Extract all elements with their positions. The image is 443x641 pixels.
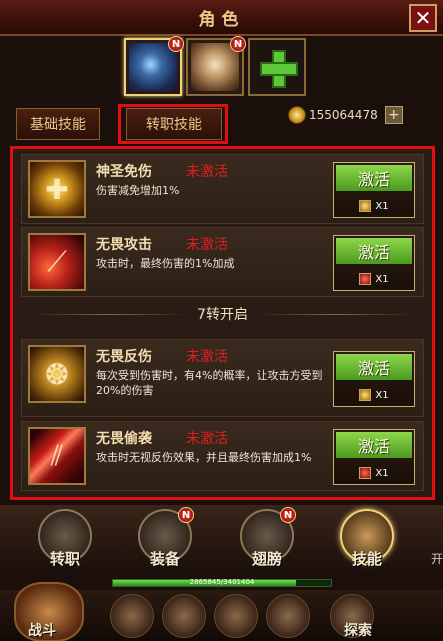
activate-cost: X1 [334, 389, 414, 401]
battle-label: 战斗 [28, 623, 56, 639]
activate-button[interactable]: 激活 X1 [333, 235, 415, 291]
new-badge: N [280, 507, 296, 523]
skill-row: ⫽ 无畏偷袭 未激活 攻击时无视反伤效果，并且最终伤害加成1% 激活 X1 [21, 421, 424, 491]
menu-icon-3[interactable] [214, 594, 258, 638]
skill-row: ❂ 无畏反伤 未激活 每次受到伤害时，有4%的概率，让攻击方受到20%的伤害 激… [21, 339, 424, 417]
new-badge: N [230, 36, 246, 52]
skill-name: 神圣免伤 [96, 164, 152, 180]
menu-icon-4[interactable] [266, 594, 310, 638]
skill-book-icon [359, 273, 372, 285]
tab-basic-skills[interactable]: 基础技能 [16, 108, 100, 140]
hero-avatar [129, 43, 177, 91]
nav-label: 翅膀 [251, 550, 282, 568]
unlock-divider: 7转开启 [21, 299, 424, 329]
skill-status: 未激活 [186, 237, 228, 253]
gold-coin-icon [288, 106, 306, 124]
nav-label: 装备 [149, 550, 180, 568]
nav-job-change[interactable]: 转职 [34, 509, 96, 571]
cost-amount: X1 [375, 389, 389, 401]
window-header: 角色 ✕ [0, 0, 443, 36]
cost-amount: X1 [375, 273, 389, 285]
hp-text: 2865845/3401404 [189, 578, 255, 586]
activate-button[interactable]: 激活 X1 [333, 429, 415, 485]
close-button[interactable]: ✕ [409, 4, 437, 32]
slash-icon: ⫽ [28, 427, 86, 485]
hero-portrait-2[interactable]: N [186, 36, 246, 96]
side-note: 开 [430, 552, 443, 566]
skill-description: 每次受到伤害时，有4%的概率，让攻击方受到20%的伤害 [96, 369, 323, 397]
skill-name: 无畏反伤 [96, 349, 152, 365]
add-hero-button[interactable] [248, 38, 306, 96]
close-icon: ✕ [414, 6, 432, 30]
add-gold-button[interactable]: + [384, 106, 403, 124]
skill-status: 未激活 [186, 164, 228, 180]
skill-name: 无畏偷袭 [96, 431, 152, 447]
skill-list-panel: ✚ 神圣免伤 未激活 伤害减免增加1% 激活 X1 ⟋ 无畏攻击 未激活 攻击时… [10, 146, 435, 500]
nav-wings[interactable]: N 翅膀 [236, 507, 298, 571]
menu-icon-2[interactable] [162, 594, 206, 638]
bottom-nav: 转职 N 装备 N 翅膀 技能 [0, 505, 443, 575]
gold-amount: 155064478 [309, 108, 378, 122]
new-badge: N [178, 507, 194, 523]
skill-book-icon [359, 389, 372, 401]
skill-description: 伤害减免增加1% [96, 184, 180, 197]
activate-button[interactable]: 激活 X1 [333, 162, 415, 218]
nav-label: 技能 [351, 550, 382, 568]
hero-portraits: N N [124, 36, 306, 96]
menu-icon-1[interactable] [110, 594, 154, 638]
activate-label: 激活 [336, 354, 412, 380]
skill-book-icon [359, 200, 372, 212]
nav-label: 转职 [49, 550, 80, 568]
nav-equipment[interactable]: N 装备 [134, 507, 196, 571]
gold-currency: 155064478 + [288, 106, 403, 124]
activate-cost: X1 [334, 200, 414, 212]
bottom-toolbar: 战斗 探索 [0, 582, 443, 641]
skill-status: 未激活 [186, 431, 228, 447]
activate-label: 激活 [336, 165, 412, 191]
skill-row: ⟋ 无畏攻击 未激活 攻击时，最终伤害的1%加成 激活 X1 [21, 227, 424, 297]
hero-portrait-1[interactable]: N [124, 36, 184, 96]
hp-bar: 2865845/3401404 [112, 578, 332, 587]
skill-description: 攻击时，最终伤害的1%加成 [96, 257, 235, 270]
skill-row: ✚ 神圣免伤 未激活 伤害减免增加1% 激活 X1 [21, 154, 424, 224]
skill-description: 攻击时无视反伤效果，并且最终伤害加成1% [96, 451, 312, 464]
cost-amount: X1 [375, 200, 389, 212]
spiral-icon: ❂ [28, 345, 86, 403]
nav-skills[interactable]: 技能 [336, 509, 398, 571]
window-title: 角色 [198, 9, 245, 30]
skill-status: 未激活 [186, 349, 228, 365]
skill-book-icon [359, 467, 372, 479]
unlock-label: 7转开启 [197, 307, 248, 323]
skill-name: 无畏攻击 [96, 237, 152, 253]
tab-highlight-frame [118, 104, 228, 144]
plus-icon [260, 50, 298, 88]
shield-cross-icon: ✚ [28, 160, 86, 218]
activate-label: 激活 [336, 238, 412, 264]
cost-amount: X1 [375, 467, 389, 479]
activate-cost: X1 [334, 467, 414, 479]
activate-label: 激活 [336, 432, 412, 458]
explore-label: 探索 [344, 623, 372, 639]
new-badge: N [168, 36, 184, 52]
hero-avatar [191, 43, 239, 91]
claw-icon: ⟋ [28, 233, 86, 291]
activate-cost: X1 [334, 273, 414, 285]
activate-button[interactable]: 激活 X1 [333, 351, 415, 407]
